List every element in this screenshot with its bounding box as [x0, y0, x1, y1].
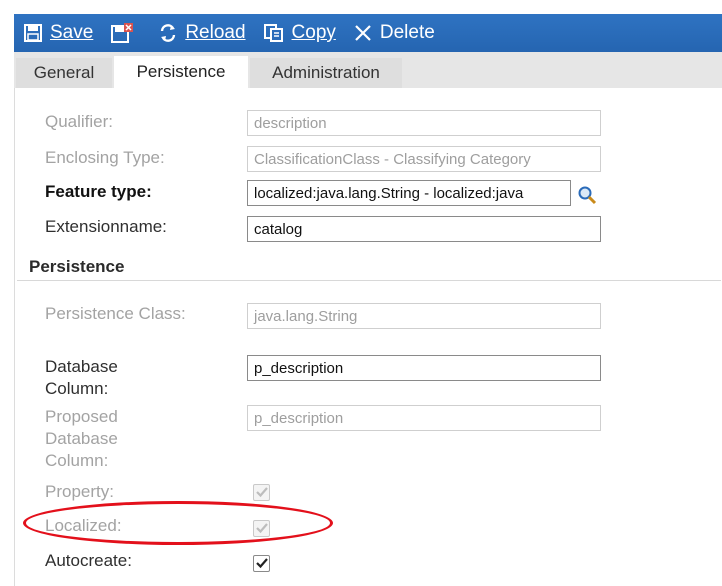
property-checkbox — [253, 484, 270, 501]
search-icon[interactable] — [577, 185, 597, 205]
proposed-database-column-field: p_description — [247, 405, 601, 431]
enclosing-type-label: Enclosing Type: — [45, 148, 165, 167]
toolbar: Save Reload Copy Delete — [14, 14, 722, 52]
tab-general[interactable]: General — [16, 58, 112, 88]
persistence-panel: Qualifier: description Enclosing Type: C… — [14, 88, 722, 586]
tab-administration[interactable]: Administration — [250, 58, 402, 88]
copy-icon — [263, 24, 283, 42]
save-button[interactable]: Save — [24, 22, 93, 44]
database-column-label: Database Column: — [45, 357, 118, 398]
tab-bar: General Persistence Administration — [14, 52, 722, 88]
autocreate-label: Autocreate: — [45, 551, 132, 570]
extensionname-label: Extensionname: — [45, 217, 167, 236]
extensionname-field[interactable]: catalog — [247, 216, 601, 242]
qualifier-label: Qualifier: — [45, 112, 114, 131]
feature-type-label: Feature type: — [45, 182, 152, 201]
section-title-persistence: Persistence — [29, 257, 125, 276]
copy-label: Copy — [291, 22, 336, 43]
reload-label: Reload — [185, 22, 246, 43]
check-icon — [256, 487, 268, 498]
reload-icon — [161, 24, 176, 42]
database-column-field[interactable]: p_description — [247, 355, 601, 381]
copy-button[interactable]: Copy — [263, 22, 336, 44]
enclosing-type-field: ClassificationClass - Classifying Catego… — [247, 146, 601, 172]
file-button[interactable] — [111, 23, 141, 43]
section-divider — [17, 280, 721, 281]
reload-button[interactable]: Reload — [159, 22, 246, 44]
delete-icon — [355, 25, 371, 41]
file-icon — [111, 23, 134, 43]
check-icon — [256, 558, 268, 569]
tab-persistence[interactable]: Persistence — [114, 56, 248, 88]
save-icon — [24, 24, 42, 42]
feature-type-field[interactable]: localized:java.lang.String - localized:j… — [247, 180, 571, 206]
proposed-database-column-label: Proposed Database Column: — [45, 407, 118, 470]
save-label: Save — [50, 22, 94, 43]
persistence-class-field: java.lang.String — [247, 303, 601, 329]
annotation-ellipse — [23, 501, 333, 545]
property-label: Property: — [45, 482, 114, 501]
app-frame: Save Reload Copy Delete General Persiste… — [0, 0, 722, 586]
delete-button[interactable]: Delete — [354, 22, 435, 44]
autocreate-checkbox[interactable] — [253, 555, 270, 572]
persistence-class-label: Persistence Class: — [45, 304, 186, 323]
qualifier-field: description — [247, 110, 601, 136]
delete-label: Delete — [379, 22, 435, 43]
